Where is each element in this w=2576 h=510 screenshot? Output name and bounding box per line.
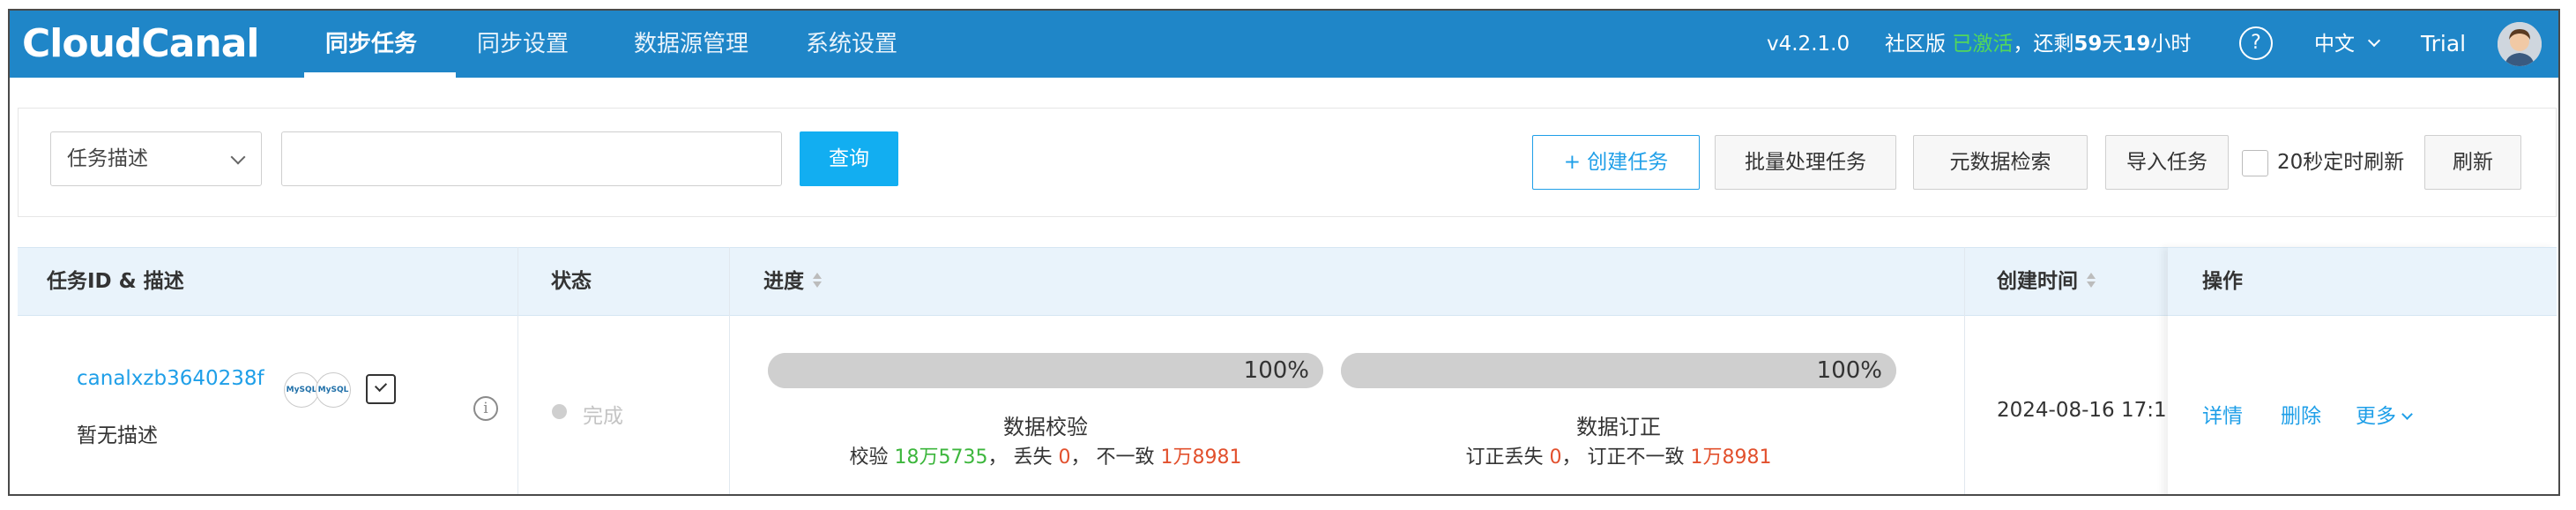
top-nav: CloudCanal 同步任务 同步设置 数据源管理 系统设置 v4.2.1.0… <box>10 11 2558 78</box>
metadata-search-button[interactable]: 元数据检索 <box>1913 135 2088 190</box>
nav-system-settings[interactable]: 系统设置 <box>806 11 897 78</box>
sort-icon[interactable] <box>2087 272 2096 289</box>
progress-percent: 100% <box>1816 357 1882 384</box>
progress-detail-part: ， 订正不一致 <box>1561 446 1691 469</box>
progress-detail-part: 18万5735 <box>894 446 988 469</box>
app-window: CloudCanal 同步任务 同步设置 数据源管理 系统设置 v4.2.1.0… <box>8 9 2560 496</box>
created-time: 2024-08-16 17:1 <box>1997 399 2167 422</box>
progress-percent: 100% <box>1243 357 1309 384</box>
checkbox-icon[interactable] <box>366 374 396 404</box>
help-icon[interactable]: ? <box>2239 26 2273 60</box>
delete-link[interactable]: 删除 <box>2281 399 2321 429</box>
progress-fill <box>1341 353 1896 388</box>
progress-detail-part: 1万8981 <box>1160 446 1242 469</box>
progress-detail-part: 1万8981 <box>1690 446 1772 469</box>
progress-title: 数据订正 <box>1576 415 1661 439</box>
more-label: 更多 <box>2356 405 2396 428</box>
chevron-down-icon <box>2368 34 2381 48</box>
col-header-status: 状态 <box>551 270 592 293</box>
filter-select[interactable]: 任务描述 <box>50 131 262 186</box>
create-task-button[interactable]: + 创建任务 <box>1532 135 1700 190</box>
batch-process-button[interactable]: 批量处理任务 <box>1715 135 1896 190</box>
col-header-created[interactable]: 创建时间 <box>1997 247 2096 316</box>
progress-detail-part: 校验 <box>849 446 895 469</box>
progress-title: 数据校验 <box>1003 415 1088 439</box>
detail-link[interactable]: 详情 <box>2202 399 2243 429</box>
col-header-progress[interactable]: 进度 <box>763 247 822 316</box>
column-divider <box>1964 247 1965 494</box>
language-switch[interactable]: 中文 <box>2314 11 2381 78</box>
nav-datasource-management[interactable]: 数据源管理 <box>634 11 748 78</box>
import-task-button[interactable]: 导入任务 <box>2105 135 2229 190</box>
chevron-down-icon <box>2401 409 2413 420</box>
search-input[interactable] <box>281 131 782 186</box>
user-name[interactable]: Trial <box>2421 11 2466 78</box>
chevron-down-icon <box>230 149 246 165</box>
task-id-link[interactable]: canalxzb3640238f <box>77 367 264 390</box>
remaining-hours: 19 <box>2122 33 2151 56</box>
col-header-ops: 操作 <box>2202 270 2243 293</box>
edition-label: 社区版 <box>1885 33 1946 56</box>
mysql-target-icon: MySQL <box>316 372 351 408</box>
refresh-button[interactable]: 刷新 <box>2424 135 2521 190</box>
nav-active-indicator <box>304 72 456 78</box>
progress-bar-correct: 100% <box>1341 353 1896 388</box>
mysql-source-icon: MySQL <box>284 372 319 408</box>
progress-bar-check: 100% <box>768 353 1323 388</box>
avatar[interactable] <box>2498 22 2542 66</box>
progress-detail-part: 订正丢失 <box>1465 446 1550 469</box>
hours-unit: 小时 <box>2150 33 2192 56</box>
more-dropdown[interactable]: 更多 <box>2356 399 2413 429</box>
progress-detail-part: ， 不一致 <box>1070 446 1161 469</box>
days-unit: 天 <box>2102 33 2123 56</box>
progress-fill <box>768 353 1323 388</box>
nav-sync-settings[interactable]: 同步设置 <box>477 11 569 78</box>
task-description: 暂无描述 <box>77 424 158 447</box>
activation-status: 已激活 <box>1952 33 2014 56</box>
language-label: 中文 <box>2314 33 2355 56</box>
status-badge: 完成 <box>583 405 623 428</box>
sort-icon[interactable] <box>813 272 822 289</box>
info-icon[interactable]: i <box>473 396 498 421</box>
progress-detail: 订正丢失 0， 订正不一致 1万8981 <box>1341 441 1896 469</box>
filter-select-value: 任务描述 <box>67 147 148 170</box>
logo: CloudCanal <box>22 21 260 66</box>
progress-detail-part: 0 <box>1058 446 1071 469</box>
auto-refresh-label: 20秒定时刷新 <box>2277 151 2405 174</box>
col-header-id: 任务ID & 描述 <box>47 270 184 293</box>
column-divider <box>517 247 518 494</box>
col-header-created-label: 创建时间 <box>1997 270 2078 293</box>
license-info: 社区版 已激活，还剩59天19小时 <box>1885 11 2191 78</box>
status-dot-icon <box>552 404 567 419</box>
progress-detail-part: 0 <box>1549 446 1562 469</box>
progress-detail: 校验 18万5735， 丢失 0， 不一致 1万8981 <box>768 441 1323 469</box>
remaining-days: 59 <box>2073 33 2103 56</box>
progress-detail-part: ， 丢失 <box>987 446 1059 469</box>
column-divider <box>729 247 730 494</box>
auto-refresh-checkbox[interactable] <box>2242 150 2268 176</box>
remaining-prefix: ，还剩 <box>2013 33 2074 56</box>
col-header-progress-label: 进度 <box>763 270 804 293</box>
nav-sync-tasks[interactable]: 同步任务 <box>325 11 417 78</box>
db-type-icons: MySQL MySQL <box>284 372 354 409</box>
query-button[interactable]: 查询 <box>800 131 898 186</box>
version-label: v4.2.1.0 <box>1767 33 1850 56</box>
